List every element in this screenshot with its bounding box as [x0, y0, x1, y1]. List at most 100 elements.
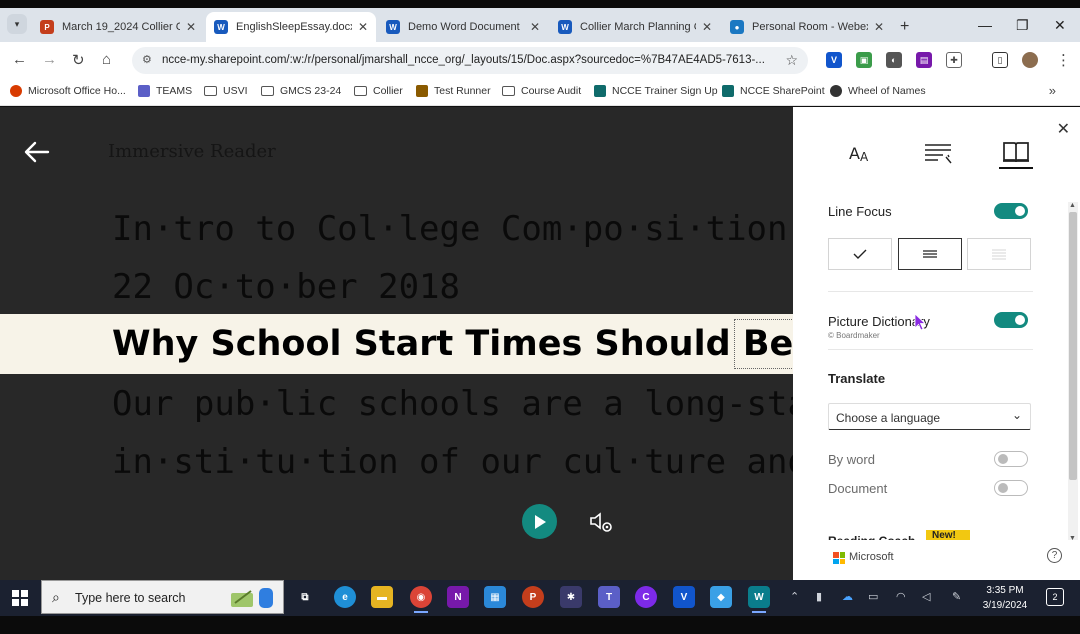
site-info-icon[interactable]: ⚙ [142, 53, 152, 66]
extension-v-icon[interactable]: V [826, 52, 842, 68]
bookmarks-overflow-icon[interactable]: » [1049, 83, 1056, 98]
teams-icon [138, 85, 150, 97]
bookmark-item[interactable]: Wheel of Names [830, 85, 926, 97]
tab-title: March 19_2024 Collier Co [62, 21, 180, 33]
teams-icon[interactable]: T [598, 586, 620, 608]
picture-dictionary-toggle[interactable] [994, 312, 1028, 328]
bookmark-item[interactable]: TEAMS [138, 85, 192, 97]
extension-purple-icon[interactable]: ▤ [916, 52, 932, 68]
reload-icon[interactable]: ↻ [72, 51, 85, 69]
windows-start-icon[interactable] [12, 590, 28, 606]
reader-title: Immersive Reader [108, 141, 276, 162]
browser-tab[interactable]: W Demo Word Document ✕ [378, 12, 548, 42]
divider [828, 349, 1033, 350]
document-toggle[interactable] [994, 480, 1028, 496]
back-icon[interactable]: ← [12, 51, 27, 68]
browser-tab-bar: ▾ P March 19_2024 Collier Co ✕ W English… [0, 8, 1080, 42]
bookmark-folder[interactable]: GMCS 23-24 [261, 85, 341, 97]
file-explorer-icon[interactable]: ▬ [371, 586, 393, 608]
home-icon[interactable]: ⌂ [102, 51, 111, 68]
onedrive-icon[interactable]: ☁ [842, 590, 853, 603]
language-select[interactable]: Choose a language ⌄ [828, 403, 1031, 430]
bookmark-folder[interactable]: Collier [354, 85, 403, 97]
taskbar-clock[interactable]: 3:35 PM 3/19/2024 [980, 583, 1030, 613]
tray-overflow-icon[interactable]: ⌃ [790, 590, 799, 603]
tab-close-icon[interactable]: ✕ [874, 20, 884, 34]
bookmark-folder[interactable]: USVI [204, 85, 248, 97]
bookmark-item[interactable]: NCCE SharePoint [722, 85, 825, 97]
voice-settings-icon[interactable] [588, 509, 614, 535]
forward-icon[interactable]: → [42, 51, 57, 68]
browser-menu-icon[interactable]: ⋮ [1056, 51, 1071, 69]
browser-tab[interactable]: ● Personal Room - Webex ✕ [722, 12, 892, 42]
tab-close-icon[interactable]: ✕ [358, 20, 368, 34]
close-window-icon[interactable]: ✕ [1054, 17, 1066, 34]
tab-close-icon[interactable]: ✕ [186, 20, 196, 34]
edge-icon[interactable]: e [334, 586, 356, 608]
window-top-strip [0, 0, 1080, 8]
by-word-toggle[interactable] [994, 451, 1028, 467]
line-focus-option-three-lines[interactable] [967, 238, 1031, 270]
line-focus-toggle[interactable] [994, 203, 1028, 219]
tab-text-preferences[interactable]: A A [844, 137, 878, 169]
webex-icon[interactable]: W [748, 586, 770, 613]
tab-grammar-options[interactable] [921, 137, 955, 169]
battery-icon[interactable]: ▭ [868, 590, 878, 603]
chrome-icon[interactable]: ◉ [410, 586, 432, 613]
scroll-up-icon[interactable]: ▲ [1069, 202, 1076, 209]
immersive-reader-view: Immersive Reader In·tro to Col·lege Com·… [0, 107, 793, 580]
tab-close-icon[interactable]: ✕ [530, 20, 540, 34]
close-panel-icon[interactable]: ✕ [1057, 119, 1070, 139]
app-icon[interactable]: ✱ [560, 586, 582, 608]
taskbar-search-box[interactable]: ⌕ Type here to search [41, 580, 284, 614]
powerpoint-icon[interactable]: P [522, 586, 544, 608]
notifications-badge[interactable]: 2 [1046, 588, 1064, 606]
back-arrow-icon[interactable] [22, 137, 52, 167]
usb-icon[interactable]: ▮ [816, 590, 822, 603]
extensions-puzzle-icon[interactable]: ✚ [946, 52, 962, 68]
windows-taskbar: ⌕ Type here to search ⧉ e ▬ ◉ N ▦ P ✱ T … [0, 580, 1080, 616]
wifi-icon[interactable]: ◠ [896, 590, 906, 603]
test-runner-icon [416, 85, 428, 97]
side-panel-icon[interactable]: ▯ [992, 52, 1008, 68]
address-bar[interactable]: ⚙ ncce-my.sharepoint.com/:w:/r/personal/… [132, 47, 808, 74]
profile-avatar[interactable] [1022, 52, 1038, 68]
task-view-icon[interactable]: ⧉ [294, 586, 316, 608]
line-focus-label: Line Focus [828, 204, 892, 219]
restore-icon[interactable]: ❐ [1016, 17, 1029, 34]
bookmark-folder[interactable]: Course Audit [502, 85, 581, 97]
cube-app-icon[interactable]: ◆ [710, 586, 732, 608]
bookmark-star-icon[interactable]: ☆ [785, 52, 798, 69]
line-focus-option-off[interactable] [828, 238, 892, 270]
tab-reading-preferences[interactable] [999, 137, 1033, 169]
bookmark-item[interactable]: Microsoft Office Ho... [10, 85, 126, 97]
boardmaker-credit: © Boardmaker [828, 331, 880, 340]
store-icon[interactable]: ▦ [484, 586, 506, 608]
tab-close-icon[interactable]: ✕ [702, 20, 712, 34]
screen-bottom-strip [0, 616, 1080, 634]
minimize-icon[interactable]: — [978, 17, 992, 33]
browser-tab-active[interactable]: W EnglishSleepEssay.docx ✕ [206, 12, 376, 42]
new-tab-button[interactable]: + [900, 18, 909, 36]
extension-gray-icon[interactable]: ◐ [886, 52, 902, 68]
play-button[interactable] [522, 504, 557, 539]
url-text[interactable]: ncce-my.sharepoint.com/:w:/r/personal/jm… [162, 54, 774, 66]
panel-scrollbar[interactable]: ▲ ▼ [1068, 202, 1078, 542]
line-focus-option-one-line[interactable] [898, 238, 962, 270]
extension-green-icon[interactable]: ▣ [856, 52, 872, 68]
help-icon[interactable]: ? [1047, 548, 1062, 563]
word-selection-box [734, 319, 793, 369]
bookmark-item[interactable]: Test Runner [416, 85, 491, 97]
browser-tab[interactable]: W Collier March Planning G ✕ [550, 12, 720, 42]
tab-search-icon[interactable]: ▾ [7, 14, 27, 34]
bookmark-item[interactable]: NCCE Trainer Sign Up [594, 85, 718, 97]
volume-icon[interactable]: ◁ [922, 590, 930, 603]
wheel-icon [830, 85, 842, 97]
v-app-icon[interactable]: V [673, 586, 695, 608]
onenote-icon[interactable]: N [447, 586, 469, 608]
scroll-thumb[interactable] [1069, 212, 1077, 480]
canva-icon[interactable]: C [635, 586, 657, 608]
pen-icon[interactable]: ✎ [952, 590, 961, 603]
microsoft-brand: Microsoft [849, 551, 894, 563]
browser-tab[interactable]: P March 19_2024 Collier Co ✕ [32, 12, 204, 42]
